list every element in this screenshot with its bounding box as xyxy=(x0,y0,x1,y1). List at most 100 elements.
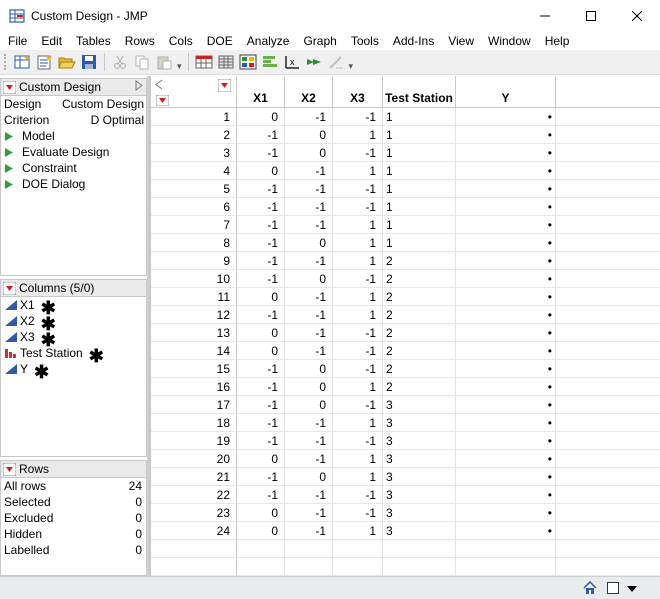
cell-x3[interactable]: 1 xyxy=(333,288,383,306)
cell-x3[interactable]: 1 xyxy=(333,252,383,270)
cell-x2[interactable]: 0 xyxy=(285,270,333,288)
cell-test-station[interactable]: 3 xyxy=(383,432,456,450)
cell-empty[interactable] xyxy=(556,126,660,144)
cell-test-station[interactable]: 1 xyxy=(383,108,456,126)
cell-x3[interactable]: 1 xyxy=(333,234,383,252)
row-number[interactable]: 20 xyxy=(151,450,237,468)
cell-x3[interactable] xyxy=(333,558,383,576)
cell-test-station[interactable]: 1 xyxy=(383,126,456,144)
menu-cols[interactable]: Cols xyxy=(162,34,200,48)
row-number[interactable]: 15 xyxy=(151,360,237,378)
cell-empty[interactable] xyxy=(556,162,660,180)
cell-empty[interactable] xyxy=(556,540,660,558)
row-number[interactable]: 19 xyxy=(151,432,237,450)
cell-y[interactable]: • xyxy=(456,342,556,360)
data-table-button[interactable] xyxy=(194,52,214,72)
cell-empty[interactable] xyxy=(556,432,660,450)
cell-x2[interactable]: -1 xyxy=(285,108,333,126)
fit-y-by-x-button[interactable] xyxy=(238,52,258,72)
cell-x2[interactable]: -1 xyxy=(285,342,333,360)
row-number[interactable]: 8 xyxy=(151,234,237,252)
cell-x2[interactable]: -1 xyxy=(285,216,333,234)
cell-x2[interactable]: -1 xyxy=(285,252,333,270)
cell-x2[interactable]: -1 xyxy=(285,324,333,342)
cell-x2[interactable] xyxy=(285,558,333,576)
cell-x2[interactable]: -1 xyxy=(285,504,333,522)
cell-x2[interactable]: -1 xyxy=(285,450,333,468)
cell-y[interactable]: • xyxy=(456,450,556,468)
home-icon[interactable] xyxy=(583,580,597,598)
cell-y[interactable]: • xyxy=(456,180,556,198)
cell-x1[interactable]: -1 xyxy=(237,468,285,486)
cell-y[interactable]: • xyxy=(456,144,556,162)
row-number[interactable]: 17 xyxy=(151,396,237,414)
cell-empty[interactable] xyxy=(556,360,660,378)
cell-x3[interactable]: 1 xyxy=(333,306,383,324)
cell-x2[interactable] xyxy=(285,540,333,558)
column-item[interactable]: Y ✱ xyxy=(1,361,146,381)
cell-x2[interactable]: -1 xyxy=(285,432,333,450)
red-triangle-menu-icon[interactable] xyxy=(3,281,16,295)
cell-x2[interactable]: -1 xyxy=(285,198,333,216)
row-number[interactable]: 7 xyxy=(151,216,237,234)
cell-test-station[interactable]: 1 xyxy=(383,216,456,234)
row-number[interactable]: 6 xyxy=(151,198,237,216)
cell-x1[interactable]: 0 xyxy=(237,288,285,306)
cell-y[interactable]: • xyxy=(456,162,556,180)
new-script-button[interactable] xyxy=(35,52,55,72)
cell-x3[interactable]: -1 xyxy=(333,504,383,522)
cell-y[interactable]: • xyxy=(456,378,556,396)
cell-x3[interactable]: -1 xyxy=(333,198,383,216)
cell-empty[interactable] xyxy=(556,504,660,522)
collapse-arrow-icon[interactable] xyxy=(135,80,143,94)
row-number[interactable]: 1 xyxy=(151,108,237,126)
cell-test-station[interactable]: 3 xyxy=(383,414,456,432)
cell-y[interactable] xyxy=(456,540,556,558)
cell-test-station[interactable]: 1 xyxy=(383,162,456,180)
cell-y[interactable] xyxy=(456,558,556,576)
cell-x3[interactable]: -1 xyxy=(333,342,383,360)
copy-button[interactable] xyxy=(132,52,152,72)
cell-x1[interactable]: -1 xyxy=(237,486,285,504)
row-number[interactable]: 13 xyxy=(151,324,237,342)
row-number[interactable]: 21 xyxy=(151,468,237,486)
cell-test-station[interactable]: 1 xyxy=(383,144,456,162)
tabulate-button[interactable] xyxy=(260,52,280,72)
cell-x2[interactable]: -1 xyxy=(285,162,333,180)
cell-y[interactable]: • xyxy=(456,486,556,504)
toolbar-grip[interactable] xyxy=(4,54,8,70)
cell-x2[interactable]: -1 xyxy=(285,306,333,324)
cell-empty[interactable] xyxy=(556,414,660,432)
cell-x1[interactable]: -1 xyxy=(237,234,285,252)
cell-y[interactable]: • xyxy=(456,360,556,378)
cell-empty[interactable] xyxy=(556,108,660,126)
cell-x3[interactable]: 1 xyxy=(333,450,383,468)
cell-x3[interactable]: -1 xyxy=(333,432,383,450)
cell-test-station[interactable]: 3 xyxy=(383,486,456,504)
cell-empty[interactable] xyxy=(556,288,660,306)
menu-view[interactable]: View xyxy=(441,34,481,48)
cell-test-station[interactable]: 3 xyxy=(383,396,456,414)
column-header-x2[interactable]: X2 xyxy=(285,76,333,108)
cell-x3[interactable]: -1 xyxy=(333,396,383,414)
save-button[interactable] xyxy=(79,52,99,72)
red-triangle-menu-icon[interactable] xyxy=(155,94,170,109)
column-item[interactable]: X3 ✱ xyxy=(1,329,146,349)
cell-empty[interactable] xyxy=(556,486,660,504)
row-number[interactable]: 5 xyxy=(151,180,237,198)
cell-x1[interactable]: 0 xyxy=(237,324,285,342)
cell-x2[interactable]: -1 xyxy=(285,180,333,198)
cell-x3[interactable] xyxy=(333,540,383,558)
cell-empty[interactable] xyxy=(556,270,660,288)
menu-add-ins[interactable]: Add-Ins xyxy=(386,34,441,48)
cell-empty[interactable] xyxy=(556,468,660,486)
cell-x2[interactable]: 0 xyxy=(285,126,333,144)
cell-empty[interactable] xyxy=(556,558,660,576)
cell-empty[interactable] xyxy=(556,324,660,342)
toolbar-overflow-icon[interactable]: ▾ xyxy=(349,61,354,72)
fit-model-button[interactable]: x xyxy=(282,52,302,72)
cell-x3[interactable]: -1 xyxy=(333,180,383,198)
menu-window[interactable]: Window xyxy=(481,34,538,48)
cell-x3[interactable]: -1 xyxy=(333,270,383,288)
cell-test-station[interactable]: 3 xyxy=(383,468,456,486)
